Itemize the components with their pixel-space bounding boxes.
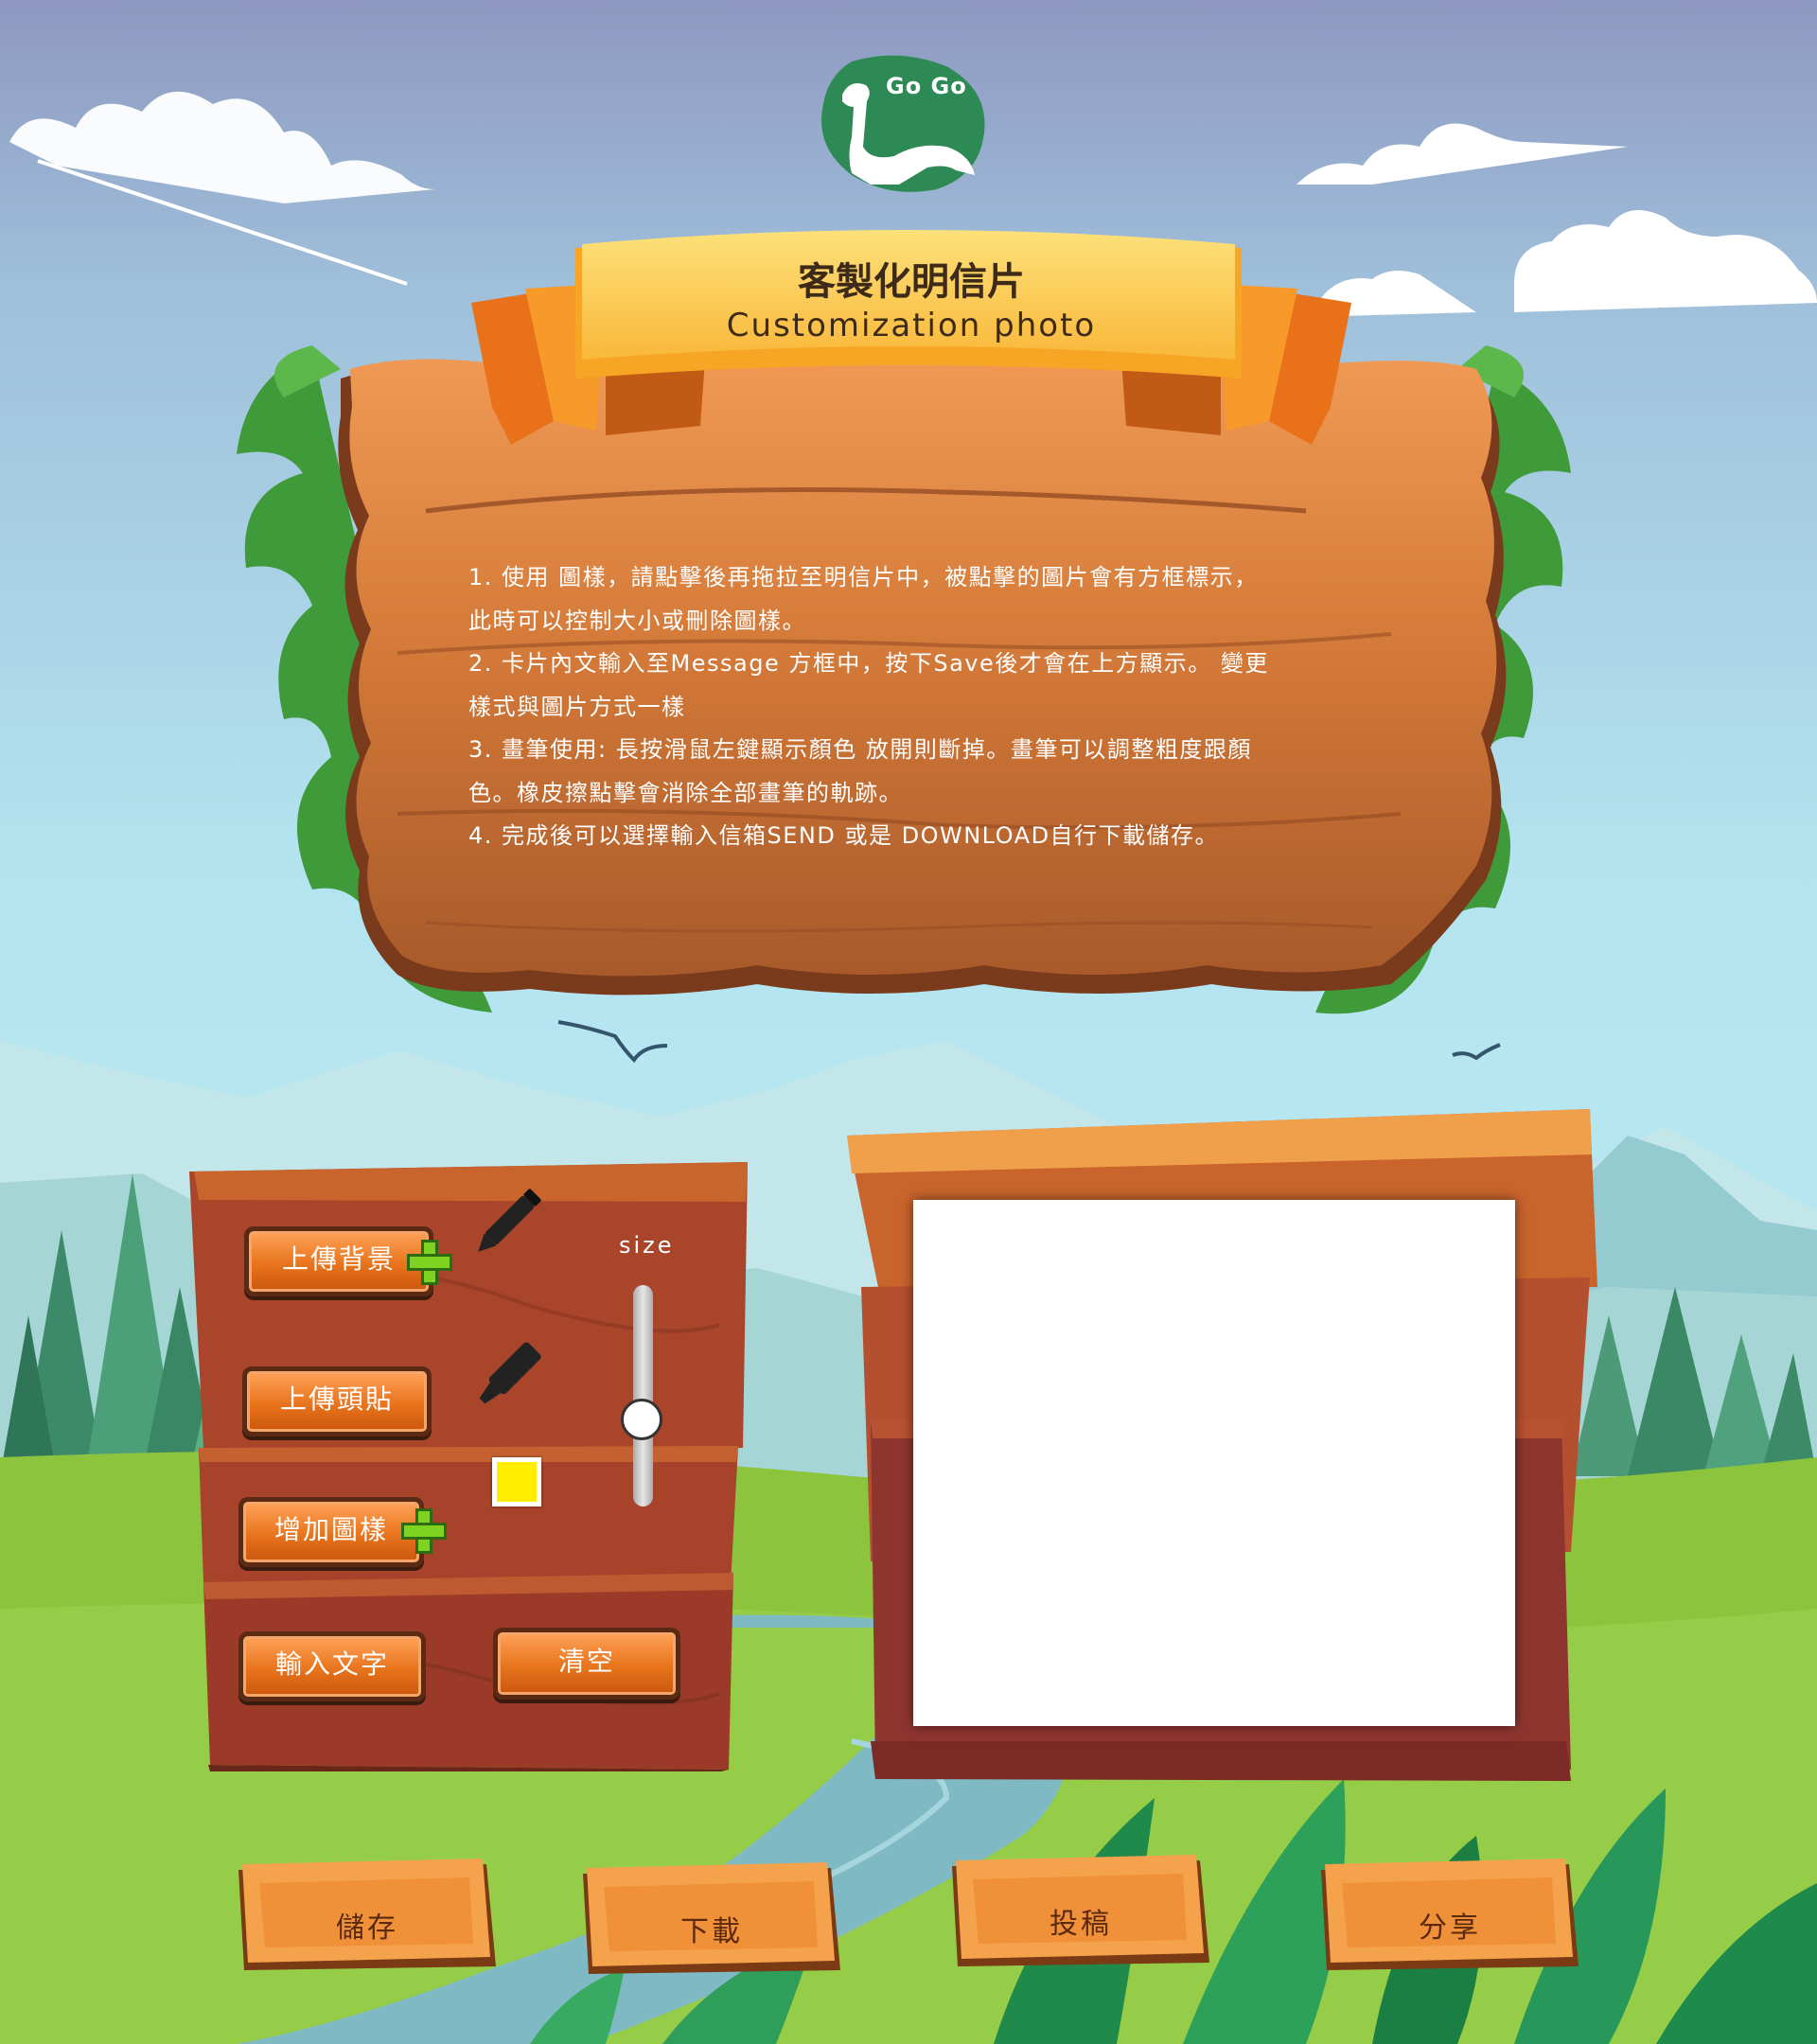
- instruction-line: 2. 卡片內文輸入至Message 方框中，按下Save後才會在上方顯示。 變更: [468, 650, 1269, 677]
- upload-avatar-label: 上傳頭貼: [279, 1383, 394, 1415]
- share-label: 分享: [1419, 1912, 1481, 1945]
- upload-background-label: 上傳背景: [281, 1243, 396, 1275]
- submit-label: 投稿: [1050, 1908, 1112, 1941]
- add-sticker-label: 增加圖樣: [273, 1514, 388, 1545]
- cloud-right: [1306, 210, 1817, 317]
- add-sticker-button[interactable]: 增加圖樣: [238, 1497, 424, 1567]
- add-sticker-plus-icon[interactable]: [399, 1507, 449, 1556]
- size-label: size: [619, 1232, 675, 1259]
- instruction-line: 4. 完成後可以選擇輸入信箱SEND 或是 DOWNLOAD自行下載儲存。: [468, 822, 1220, 849]
- cloud-left: [9, 91, 435, 286]
- download-button[interactable]: 下載: [583, 1868, 840, 1982]
- logo-text: Go Go: [886, 73, 967, 99]
- instruction-line: 此時可以控制大小或刪除圖樣。: [468, 607, 806, 634]
- instructions-text: 1. 使用 圖樣，請點擊後再拖拉至明信片中，被點擊的圖片會有方框標示， 此時可以…: [468, 556, 1358, 858]
- page-title: 客製化明信片: [798, 260, 1025, 304]
- submit-button[interactable]: 投稿: [952, 1860, 1209, 1974]
- page-subtitle: Customization photo: [726, 307, 1097, 344]
- title-ribbon: 客製化明信片 Customization photo: [471, 238, 1351, 485]
- input-text-button[interactable]: 輸入文字: [238, 1631, 426, 1701]
- clear-button[interactable]: 清空: [493, 1628, 680, 1700]
- logo: Go Go: [814, 52, 990, 194]
- save-button[interactable]: 儲存: [238, 1864, 496, 1978]
- instruction-line: 色。橡皮擦點擊會消除全部畫筆的軌跡。: [468, 779, 903, 806]
- size-slider-track[interactable]: [633, 1285, 653, 1507]
- instruction-line: 3. 畫筆使用: 長按滑鼠左鍵顯示顏色 放開則斷掉。畫筆可以調整粗度跟顏: [468, 736, 1252, 763]
- size-slider-thumb[interactable]: [621, 1399, 662, 1440]
- add-background-plus-icon[interactable]: [405, 1238, 454, 1287]
- clear-label: 清空: [557, 1646, 615, 1677]
- instruction-line: 樣式與圖片方式一樣: [468, 693, 686, 720]
- instruction-line: 1. 使用 圖樣，請點擊後再拖拉至明信片中，被點擊的圖片會有方框標示，: [468, 564, 1259, 590]
- postcard-canvas[interactable]: [913, 1200, 1515, 1726]
- upload-avatar-button[interactable]: 上傳頭貼: [242, 1366, 432, 1436]
- save-label: 儲存: [336, 1912, 398, 1945]
- share-button[interactable]: 分享: [1321, 1864, 1579, 1978]
- pen-color-swatch[interactable]: [492, 1457, 541, 1507]
- input-text-label: 輸入文字: [274, 1648, 389, 1680]
- download-label: 下載: [680, 1915, 743, 1948]
- cloud-right-top: [1297, 123, 1628, 185]
- birds: [557, 1020, 1501, 1064]
